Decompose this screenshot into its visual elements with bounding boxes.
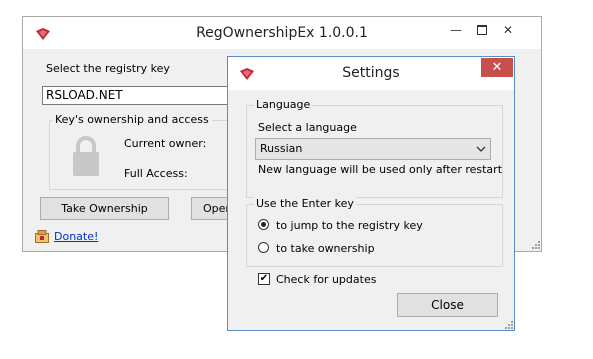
settings-close-icon-button[interactable]: ✕	[481, 58, 513, 77]
settings-title: Settings	[342, 65, 400, 81]
enter-key-group-caption: Use the Enter key	[254, 197, 356, 210]
check-updates-label[interactable]: Check for updates	[276, 273, 376, 286]
current-owner-label: Current owner:	[124, 137, 207, 150]
radio-jump-to-key[interactable]	[258, 219, 269, 230]
restart-note: New language will be used only after res…	[258, 163, 503, 176]
radio-take-ownership-label[interactable]: to take ownership	[276, 242, 375, 255]
settings-title-bar[interactable]: Settings ✕	[228, 57, 514, 90]
radio-take-ownership[interactable]	[258, 242, 269, 253]
take-ownership-button[interactable]: Take Ownership	[40, 197, 169, 220]
close-button[interactable]: Close	[397, 293, 498, 317]
donate-icon	[35, 230, 49, 243]
full-access-label: Full Access:	[124, 167, 188, 180]
chevron-down-icon	[476, 146, 486, 152]
resize-grip-icon[interactable]	[530, 239, 540, 249]
settings-dialog: Settings ✕ Language Select a language Ru…	[227, 56, 515, 331]
main-title-bar[interactable]: RegOwnershipEx 1.0.0.1 — ✕	[23, 17, 541, 49]
select-key-label: Select the registry key	[46, 62, 170, 75]
minimize-button[interactable]: —	[443, 21, 469, 39]
donate-link[interactable]: Donate!	[54, 230, 98, 243]
language-group-caption: Language	[254, 98, 313, 111]
language-select[interactable]: Russian	[255, 138, 491, 160]
resize-grip-icon[interactable]	[503, 319, 513, 329]
select-language-label: Select a language	[258, 121, 357, 134]
enter-key-group	[246, 204, 503, 267]
registry-key-input[interactable]: RSLOAD.NET	[42, 86, 242, 105]
main-close-button[interactable]: ✕	[495, 21, 521, 39]
maximize-icon	[477, 25, 487, 35]
language-select-value: Russian	[260, 142, 303, 155]
radio-jump-to-key-label[interactable]: to jump to the registry key	[276, 219, 423, 232]
ownership-group-caption: Key's ownership and access	[52, 113, 212, 126]
check-updates-checkbox[interactable]: ✔	[258, 273, 270, 285]
lock-icon	[73, 136, 99, 176]
maximize-button[interactable]	[469, 21, 495, 39]
